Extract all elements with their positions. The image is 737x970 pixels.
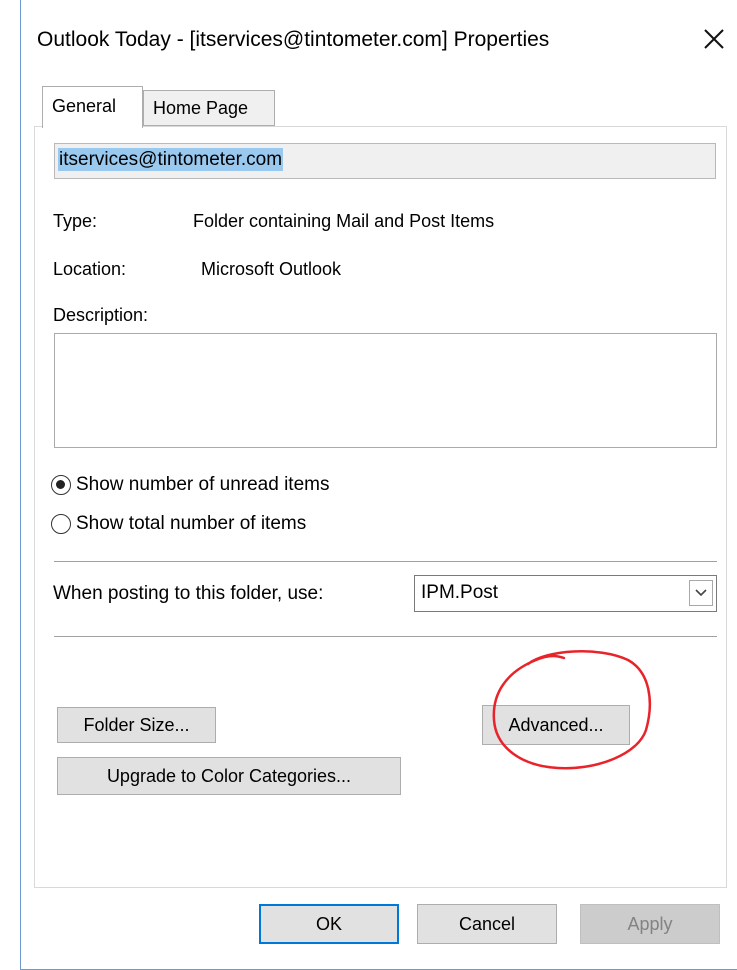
- posting-label: When posting to this folder, use:: [53, 583, 324, 604]
- cancel-button[interactable]: Cancel: [417, 904, 557, 944]
- radio-button-checked[interactable]: [51, 475, 71, 495]
- radio-button-unchecked[interactable]: [51, 514, 71, 534]
- type-label: Type:: [53, 211, 98, 231]
- radio-show-unread-label: Show number of unread items: [76, 474, 330, 495]
- posting-form-value: IPM.Post: [421, 582, 499, 603]
- dialog-title: Outlook Today - [itservices@tintometer.c…: [37, 28, 550, 51]
- radio-show-total-label: Show total number of items: [76, 513, 307, 534]
- divider: [54, 561, 717, 562]
- radio-show-unread[interactable]: Show number of unread items: [51, 471, 329, 499]
- chevron-down-icon: [695, 589, 707, 597]
- location-label: Location:: [53, 259, 127, 279]
- close-icon[interactable]: [701, 26, 727, 52]
- tab-general[interactable]: General: [42, 86, 143, 128]
- divider: [54, 636, 717, 637]
- tab-home-page[interactable]: Home Page: [143, 90, 275, 126]
- description-label: Description:: [53, 305, 149, 325]
- description-textarea[interactable]: [54, 333, 717, 448]
- posting-form-select[interactable]: IPM.Post: [414, 575, 717, 612]
- type-value: Folder containing Mail and Post Items: [193, 211, 495, 231]
- radio-show-total[interactable]: Show total number of items: [51, 510, 306, 538]
- location-value: Microsoft Outlook: [201, 259, 342, 279]
- dropdown-button[interactable]: [689, 580, 713, 606]
- folder-size-button[interactable]: Folder Size...: [57, 707, 216, 743]
- upgrade-color-categories-button[interactable]: Upgrade to Color Categories...: [57, 757, 401, 795]
- general-tab-panel: itservices@tintometer.com Type: Folder c…: [34, 126, 727, 888]
- folder-name-text: itservices@tintometer.com: [58, 148, 284, 171]
- apply-button[interactable]: Apply: [580, 904, 720, 944]
- properties-dialog: Outlook Today - [itservices@tintometer.c…: [20, 0, 737, 970]
- ok-button[interactable]: OK: [259, 904, 399, 944]
- advanced-button[interactable]: Advanced...: [482, 705, 630, 745]
- folder-name-field[interactable]: itservices@tintometer.com: [54, 143, 716, 179]
